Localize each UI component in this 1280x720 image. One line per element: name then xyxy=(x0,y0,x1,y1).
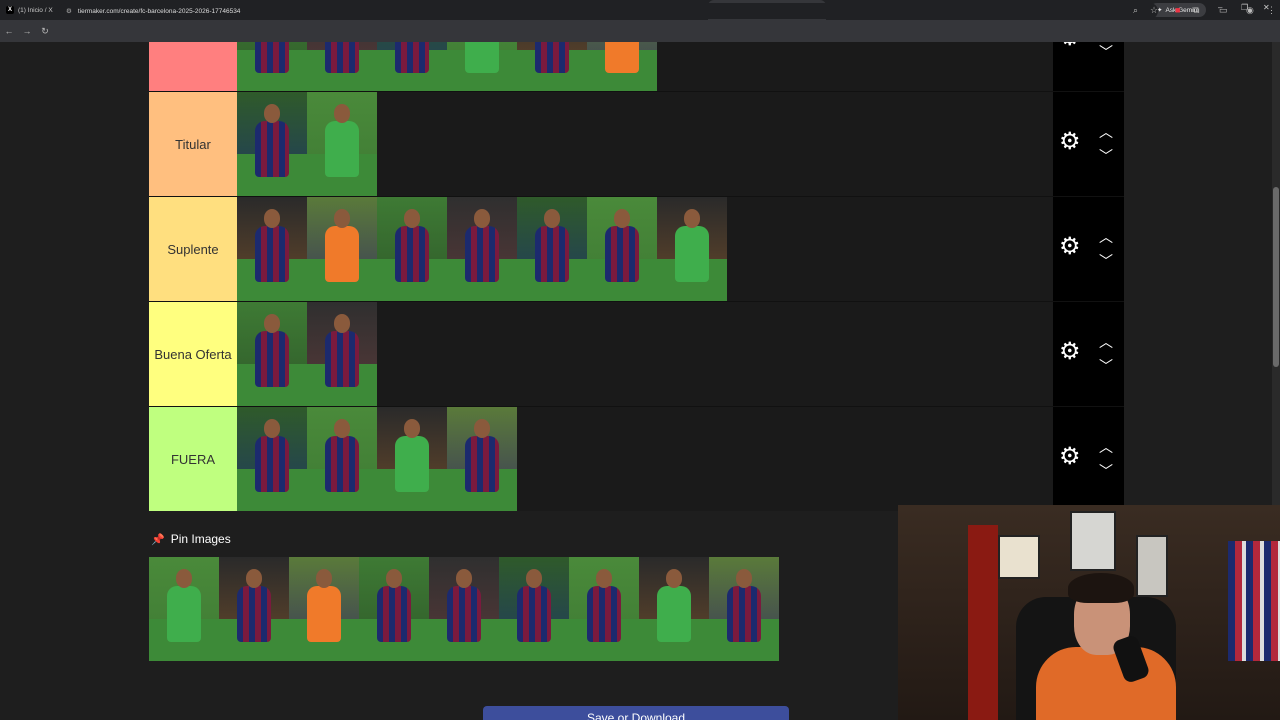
tier-label[interactable]: FUERA xyxy=(149,407,237,511)
player-photo[interactable] xyxy=(517,197,587,301)
chevron-up-icon[interactable]: ︿ xyxy=(1099,122,1113,142)
extension-icon[interactable]: ■ xyxy=(1175,5,1180,15)
player-photo[interactable] xyxy=(517,42,587,92)
wall-frame xyxy=(1070,511,1116,571)
chevron-down-icon[interactable]: ﹀ xyxy=(1099,42,1113,62)
tier-items xyxy=(237,92,377,196)
url-bar[interactable]: ⚙ tiermaker.com/create/fc-barcelona-2025… xyxy=(58,3,1158,19)
chevron-down-icon[interactable]: ﹀ xyxy=(1099,146,1113,166)
forward-button[interactable]: → xyxy=(18,26,36,36)
player-photo[interactable] xyxy=(307,302,377,406)
x-icon: X xyxy=(6,6,14,14)
tier-row: Suplente ⚙ ︿ ﹀ xyxy=(149,196,1124,301)
site-info-icon[interactable]: ⚙ xyxy=(66,7,72,15)
zoom-icon[interactable]: ⌕ xyxy=(1133,5,1138,16)
gear-icon[interactable]: ⚙ xyxy=(1059,445,1081,469)
chevron-down-icon[interactable]: ﹀ xyxy=(1099,461,1113,481)
player-photo[interactable] xyxy=(447,407,517,511)
streamer-shirt xyxy=(1036,647,1176,720)
curtain xyxy=(968,525,998,720)
chevron-up-icon[interactable]: ︿ xyxy=(1099,332,1113,352)
tier-controls: ⚙ ︿ ﹀ xyxy=(1053,92,1124,196)
tier-row: FUERA ⚙ ︿ ﹀ xyxy=(149,406,1124,511)
chevron-up-icon[interactable]: ︿ xyxy=(1099,227,1113,247)
player-photo[interactable] xyxy=(237,302,307,406)
tier-row: Buena Oferta ⚙ ︿ ﹀ xyxy=(149,301,1124,406)
tier-items xyxy=(237,197,727,301)
profile-avatar[interactable]: ◉ xyxy=(1246,5,1254,16)
tier-items xyxy=(237,407,517,511)
player-photo[interactable] xyxy=(587,197,657,301)
wall-frame xyxy=(1136,535,1168,597)
bookmark-star-icon[interactable]: ☆ xyxy=(1150,5,1158,16)
player-photo[interactable] xyxy=(307,92,377,196)
streamer-hair xyxy=(1068,573,1134,603)
player-photo[interactable] xyxy=(447,42,517,92)
tier-controls: ⚙ ︿ ﹀ xyxy=(1053,407,1124,511)
player-photo[interactable] xyxy=(289,557,359,661)
player-photo[interactable] xyxy=(709,557,779,661)
player-photo[interactable] xyxy=(359,557,429,661)
player-photo[interactable] xyxy=(377,197,447,301)
player-photo[interactable] xyxy=(219,557,289,661)
player-photo[interactable] xyxy=(237,197,307,301)
gear-icon[interactable]: ⚙ xyxy=(1059,340,1081,364)
player-photo[interactable] xyxy=(639,557,709,661)
pushpin-icon: 📌 xyxy=(151,533,165,546)
gear-icon[interactable]: ⚙ xyxy=(1059,42,1081,50)
menu-kebab-icon[interactable]: ⋮ xyxy=(1267,5,1276,16)
pin-images-title: Pin Images xyxy=(170,532,231,546)
player-photo[interactable] xyxy=(307,42,377,92)
tier-items xyxy=(237,42,657,92)
player-photo[interactable] xyxy=(569,557,639,661)
address-toolbar: ← → ↻ xyxy=(0,20,1280,42)
tier-label[interactable] xyxy=(149,42,237,92)
chevron-down-icon[interactable]: ﹀ xyxy=(1099,251,1113,271)
webcam-overlay xyxy=(898,505,1280,720)
side-panel-icon[interactable]: ▭ xyxy=(1219,5,1228,16)
hanging-jerseys xyxy=(1228,541,1280,661)
reload-button[interactable]: ↻ xyxy=(36,26,54,37)
url-text: tiermaker.com/create/fc-barcelona-2025-2… xyxy=(77,7,241,15)
player-photo[interactable] xyxy=(307,407,377,511)
player-photo[interactable] xyxy=(237,407,307,511)
tier-items xyxy=(237,302,377,406)
pin-images-row xyxy=(149,557,779,661)
tier-row: ⚙︿﹀ xyxy=(149,42,1124,92)
chevron-up-icon[interactable]: ︿ xyxy=(1099,437,1113,457)
tier-label[interactable]: Buena Oferta xyxy=(149,302,237,406)
tier-controls: ⚙︿﹀ xyxy=(1053,42,1124,92)
wall-frame xyxy=(998,535,1040,579)
player-photo[interactable] xyxy=(377,42,447,92)
scrollbar-thumb[interactable] xyxy=(1273,187,1279,367)
player-photo[interactable] xyxy=(377,407,447,511)
player-photo[interactable] xyxy=(307,197,377,301)
player-photo[interactable] xyxy=(237,92,307,196)
tier-label[interactable]: Titular xyxy=(149,92,237,196)
chevron-down-icon[interactable]: ﹀ xyxy=(1099,356,1113,376)
player-photo[interactable] xyxy=(447,197,517,301)
player-photo[interactable] xyxy=(499,557,569,661)
tier-row: Titular ⚙ ︿ ﹀ xyxy=(149,91,1124,196)
save-download-button[interactable]: Save or Download xyxy=(483,706,789,720)
player-photo[interactable] xyxy=(149,557,219,661)
gear-icon[interactable]: ⚙ xyxy=(1059,130,1081,154)
tier-controls: ⚙ ︿ ﹀ xyxy=(1053,197,1124,301)
gear-icon[interactable]: ⚙ xyxy=(1059,235,1081,259)
back-button[interactable]: ← xyxy=(0,26,18,36)
tier-label[interactable]: Suplente xyxy=(149,197,237,301)
player-photo[interactable] xyxy=(429,557,499,661)
extensions-puzzle-icon[interactable]: ⧉ xyxy=(1193,5,1199,16)
player-photo[interactable] xyxy=(587,42,657,92)
tier-controls: ⚙ ︿ ﹀ xyxy=(1053,302,1124,406)
player-photo[interactable] xyxy=(657,197,727,301)
player-photo[interactable] xyxy=(237,42,307,92)
pin-images-heading: 📌 Pin Images xyxy=(151,532,231,546)
